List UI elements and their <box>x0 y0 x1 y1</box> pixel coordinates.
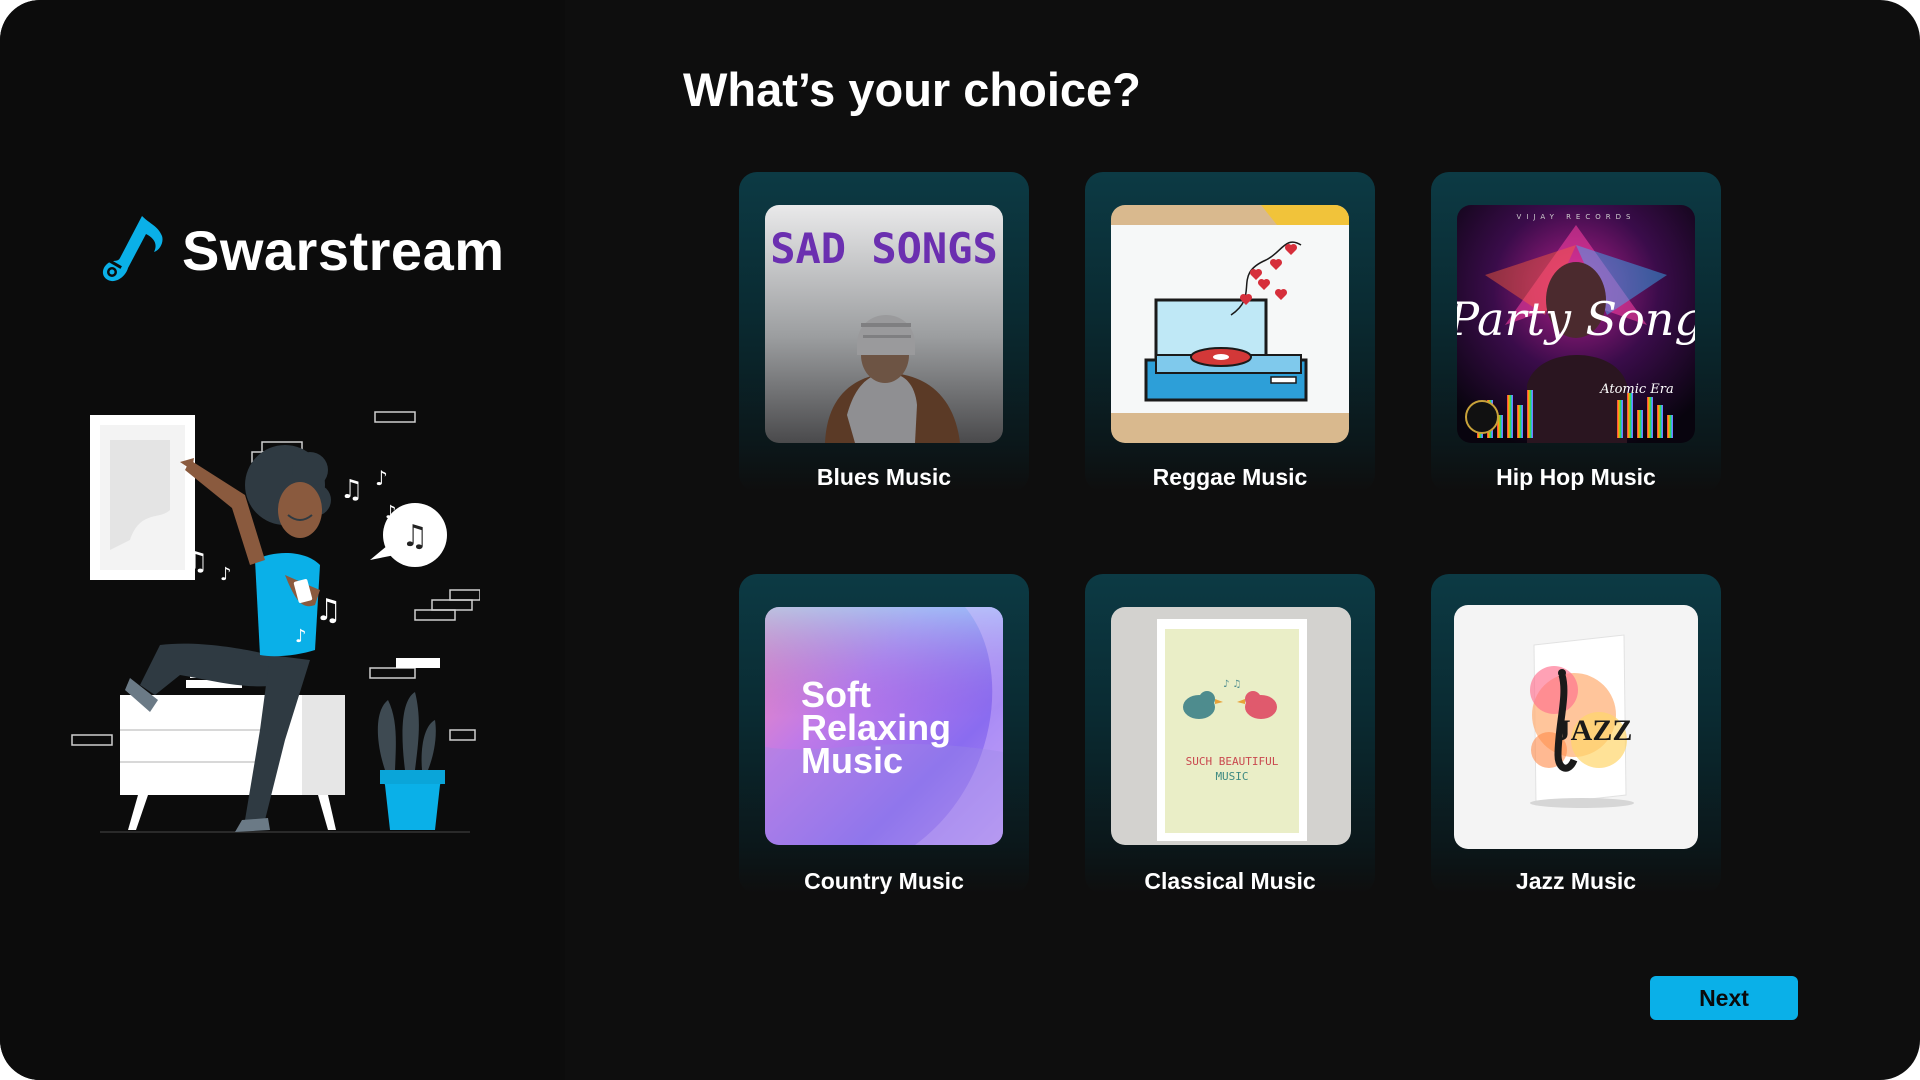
svg-text:♪: ♪ <box>295 626 307 647</box>
genre-card-jazz[interactable]: JAZZ Jazz Music <box>1431 574 1721 894</box>
hiphop-art-subtext: Atomic Era <box>1599 382 1674 397</box>
genre-card-hiphop[interactable]: VIJAY RECORDS Party Song Atomic Era Hip … <box>1431 172 1721 492</box>
hiphop-art-text: Party Song <box>1457 292 1695 346</box>
left-panel: Swarstream ♫ ♫ ♪ ♪ ♫ ♪ ♫ ♪ <box>0 0 565 1080</box>
genre-card-country[interactable]: Soft Relaxing Music Country Music <box>739 574 1029 894</box>
genre-label-hiphop: Hip Hop Music <box>1496 464 1656 490</box>
jazz-cover-art: JAZZ <box>1454 605 1698 849</box>
genre-label-reggae: Reggae Music <box>1152 464 1308 490</box>
app-frame: Swarstream ♫ ♫ ♪ ♪ ♫ ♪ ♫ ♪ What’s your c… <box>0 0 1920 1080</box>
blues-cover-art: SAD SONGS <box>765 205 1003 443</box>
svg-text:♪ ♫: ♪ ♫ <box>1223 679 1242 690</box>
classical-art-line2: MUSIC <box>1215 770 1248 783</box>
brand-name: Swarstream <box>182 218 505 282</box>
guitar-note-icon <box>102 216 163 282</box>
hiphop-cover-art: VIJAY RECORDS Party Song Atomic Era <box>1457 205 1695 443</box>
genre-card-classical[interactable]: ♪ ♫ SUCH BEAUTIFUL MUSIC Classical Music <box>1085 574 1375 894</box>
genre-card-reggae[interactable]: Reggae Music <box>1085 172 1375 492</box>
genre-label-jazz: Jazz Music <box>1515 868 1637 894</box>
svg-text:♪: ♪ <box>220 564 232 585</box>
country-cover-art: Soft Relaxing Music <box>765 607 1003 845</box>
svg-text:♫: ♫ <box>315 593 342 628</box>
country-art-line3: Music <box>801 740 903 781</box>
svg-text:♫: ♫ <box>340 475 363 505</box>
reggae-cover-art <box>1111 205 1349 443</box>
genre-card-blues[interactable]: SAD SONGS Blues Music <box>739 172 1029 492</box>
genre-label-blues: Blues Music <box>816 464 952 490</box>
classical-art-line1: SUCH BEAUTIFUL <box>1186 755 1279 768</box>
svg-text:♪: ♪ <box>375 466 388 490</box>
next-button[interactable]: Next <box>1650 976 1798 1020</box>
hiphop-art-toptext: VIJAY RECORDS <box>1517 213 1636 221</box>
genre-label-country: Country Music <box>804 868 964 894</box>
svg-text:♪: ♪ <box>385 502 397 523</box>
svg-text:♫: ♫ <box>402 519 429 554</box>
page-title: What’s your choice? <box>683 63 1141 116</box>
blues-art-text: SAD SONGS <box>770 224 998 273</box>
brand: Swarstream <box>98 210 505 290</box>
genre-label-classical: Classical Music <box>1144 868 1316 894</box>
classical-cover-art: ♪ ♫ SUCH BEAUTIFUL MUSIC <box>1111 607 1351 845</box>
svg-text:♫: ♫ <box>185 547 208 577</box>
dancing-person-illustration: ♫ ♫ ♪ ♪ ♫ ♪ ♫ ♪ <box>71 411 480 833</box>
jazz-art-text: JAZZ <box>1556 714 1633 747</box>
